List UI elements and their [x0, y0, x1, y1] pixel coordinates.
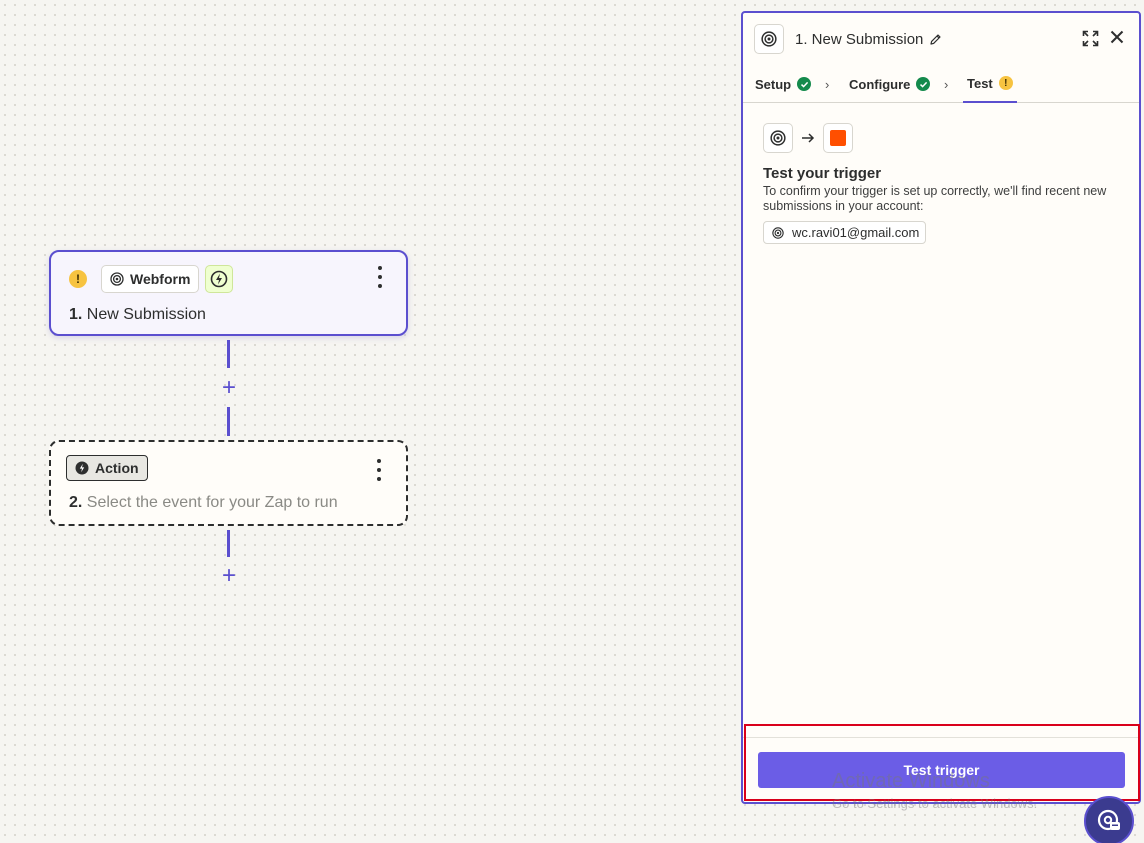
test-description: To confirm your trigger is set up correc…: [763, 184, 1107, 213]
webform-icon: [110, 272, 124, 286]
destination-app-box: [823, 123, 853, 153]
webform-icon: [770, 130, 786, 146]
action-step-number: 2.: [69, 494, 83, 511]
trigger-step-menu-icon[interactable]: [370, 266, 390, 288]
tab-setup-label: Setup: [755, 76, 792, 92]
trigger-step-number: 1.: [69, 306, 83, 323]
webform-app-name: Webform: [130, 271, 191, 287]
lightning-bolt-icon: [211, 270, 228, 288]
tab-test[interactable]: Test !: [963, 65, 1017, 103]
check-circle-icon: [916, 77, 931, 91]
warning-icon: !: [998, 76, 1013, 90]
action-chip: Action: [66, 455, 148, 481]
help-chat-button[interactable]: [1084, 796, 1134, 843]
watermark-subtitle: Go to Settings to activate Windows.: [832, 796, 1038, 811]
panel-app-icon: [754, 24, 784, 54]
action-step-header: Action: [66, 455, 148, 481]
step-connector: [227, 407, 230, 436]
trigger-type-chip: [205, 265, 234, 293]
close-icon[interactable]: [1109, 29, 1125, 45]
action-step-card[interactable]: Action 2. Select the event for your Zap …: [49, 440, 408, 526]
check-circle-icon: [797, 77, 812, 91]
zapier-app-icon: [830, 130, 846, 146]
account-chip: wc.ravi01@gmail.com: [763, 221, 927, 244]
chevron-right-icon: ›: [825, 77, 830, 92]
action-step-title: 2. Select the event for your Zap to run: [69, 494, 338, 512]
panel-header: 1. New Submission: [743, 13, 1139, 65]
trigger-step-title: 1. New Submission: [69, 306, 206, 324]
add-step-plus-icon[interactable]: +: [218, 376, 240, 400]
watermark-title: Activate Windows: [832, 770, 990, 792]
warning-icon: !: [69, 270, 87, 288]
panel-title: 1. New Submission: [795, 30, 924, 48]
account-email: wc.ravi01@gmail.com: [792, 225, 920, 240]
test-heading: Test your trigger: [763, 165, 882, 182]
action-step-placeholder: Select the event for your Zap to run: [86, 494, 338, 511]
app-flow-row: [763, 123, 853, 153]
tab-configure[interactable]: Configure: [849, 65, 931, 103]
webform-app-chip[interactable]: Webform: [101, 265, 200, 293]
source-app-box: [763, 123, 793, 153]
tab-configure-label: Configure: [849, 76, 911, 92]
expand-icon[interactable]: [1082, 30, 1099, 47]
panel-tabs: Setup › Configure › Test !: [743, 65, 1139, 103]
step-connector: [227, 340, 230, 368]
arrow-right-icon: [802, 133, 815, 143]
tab-setup[interactable]: Setup: [755, 65, 812, 103]
trigger-step-name: New Submission: [86, 306, 206, 323]
add-step-plus-icon[interactable]: +: [218, 564, 240, 588]
webform-icon: [772, 226, 784, 239]
action-chip-label: Action: [95, 460, 139, 476]
tab-test-label: Test: [967, 75, 993, 91]
action-step-menu-icon[interactable]: [369, 459, 389, 481]
pencil-icon[interactable]: [929, 33, 942, 46]
chat-support-icon: [1097, 809, 1120, 831]
trigger-step-card[interactable]: ! Webform 1. New Submission: [49, 250, 408, 336]
webform-icon: [761, 31, 777, 47]
step-connector: [227, 530, 230, 557]
step-details-panel: 1. New Submission Setup › Configure › Te…: [741, 11, 1141, 804]
trigger-step-header: ! Webform: [69, 265, 234, 293]
lightning-bolt-icon: [75, 461, 89, 475]
chevron-right-icon: ›: [944, 77, 949, 92]
